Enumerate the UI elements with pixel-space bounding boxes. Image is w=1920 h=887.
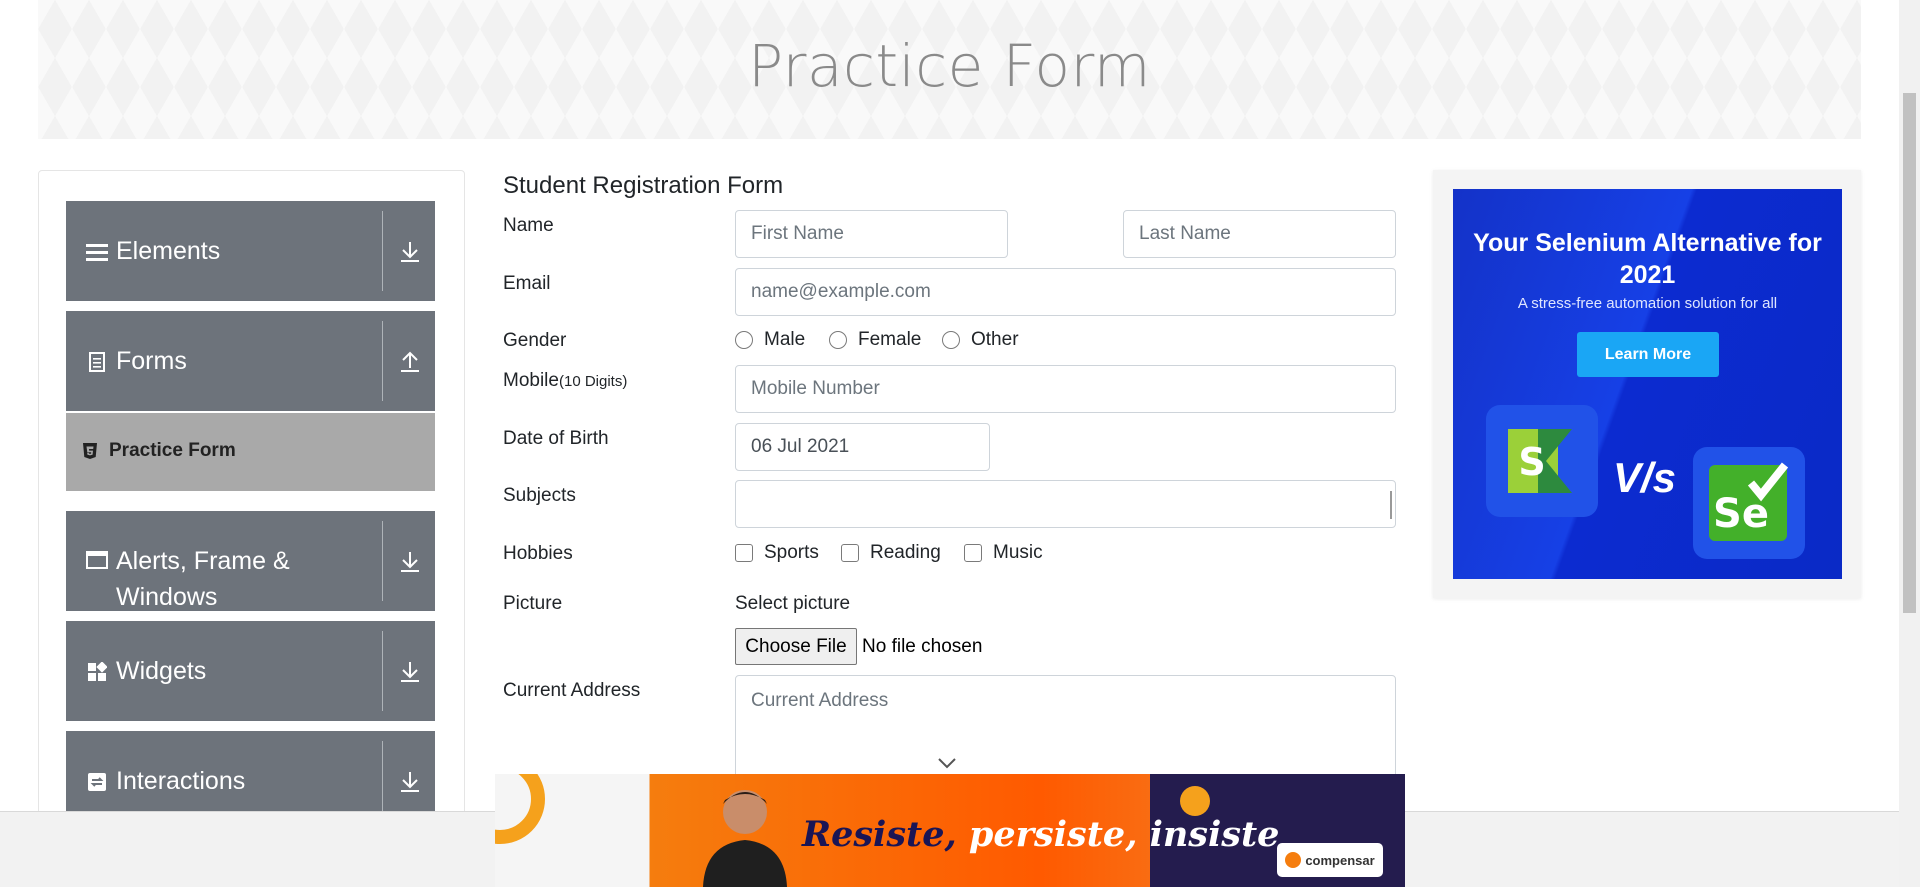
email-input[interactable]: name@example.com xyxy=(735,268,1396,316)
radio-label: Other xyxy=(971,329,1019,350)
ad-circle-decoration xyxy=(495,774,545,844)
sidebar: Elements Forms Practice Form Alerts, Fra… xyxy=(38,170,465,887)
radio-circle[interactable] xyxy=(735,331,753,349)
checkbox-label: Music xyxy=(993,542,1043,563)
learn-more-button[interactable]: Learn More xyxy=(1577,332,1719,377)
download-icon[interactable] xyxy=(395,237,425,267)
sidebar-group-label: Alerts, Frame & Windows xyxy=(116,547,290,611)
dob-input[interactable]: 06 Jul 2021 xyxy=(735,423,990,471)
sidebar-group-forms[interactable]: Forms xyxy=(66,311,435,411)
gender-female-radio[interactable]: Female xyxy=(829,329,921,351)
chevron-down-icon[interactable] xyxy=(937,756,957,770)
email-label: Email xyxy=(503,273,551,294)
window-icon xyxy=(86,549,108,571)
divider xyxy=(382,741,383,821)
sidebar-group-label: Forms xyxy=(116,347,187,375)
sidebar-group-label: Widgets xyxy=(116,657,207,685)
svg-text:S: S xyxy=(1518,440,1545,484)
text-cursor xyxy=(1390,491,1392,519)
radio-label: Female xyxy=(858,329,922,350)
sidebar-group-widgets[interactable]: Widgets xyxy=(66,621,435,721)
checkbox-label: Sports xyxy=(764,542,819,563)
mobile-label-text: Mobile xyxy=(503,370,559,391)
sidebar-group-elements[interactable]: Elements xyxy=(66,201,435,301)
divider xyxy=(382,631,383,711)
upload-icon[interactable] xyxy=(395,347,425,377)
download-icon[interactable] xyxy=(395,767,425,797)
ad-subline: A stress-free automation solution for al… xyxy=(1517,295,1778,312)
scrollbar-thumb[interactable] xyxy=(1903,93,1916,613)
divider xyxy=(382,321,383,401)
ad-slogan-first: Resiste, xyxy=(802,814,957,855)
bottom-ad[interactable]: Resiste, persiste, insiste compensar xyxy=(495,774,1405,887)
divider xyxy=(382,211,383,291)
html5-icon xyxy=(83,443,97,459)
selenium-logo-icon: Se xyxy=(1693,447,1805,559)
document-icon xyxy=(86,351,108,373)
radio-circle[interactable] xyxy=(829,331,847,349)
checkbox-box[interactable] xyxy=(841,544,859,562)
dob-label: Date of Birth xyxy=(503,428,609,449)
subjects-label: Subjects xyxy=(503,485,576,506)
form-title: Student Registration Form xyxy=(503,172,784,199)
page-banner: Practice Form xyxy=(38,0,1861,139)
widgets-icon xyxy=(86,661,108,683)
select-picture-label: Select picture xyxy=(735,593,851,614)
mobile-hint: (10 Digits) xyxy=(558,373,628,390)
side-ad-banner[interactable]: Your Selenium Alternative for 2021 A str… xyxy=(1453,189,1842,579)
sidebar-group-alerts[interactable]: Alerts, Frame & Windows xyxy=(66,511,435,611)
page-title: Practice Form xyxy=(748,32,1151,100)
hobbies-label: Hobbies xyxy=(503,543,573,564)
picture-label: Picture xyxy=(503,593,563,614)
address-label: Current Address xyxy=(503,680,641,701)
checkbox-label: Reading xyxy=(870,542,941,563)
ad-slogan: Resiste, persiste, insiste xyxy=(802,814,1279,855)
choose-file-button[interactable]: Choose File xyxy=(735,628,857,665)
divider xyxy=(382,521,383,601)
vs-label: V/s xyxy=(1613,454,1677,501)
first-name-input[interactable]: First Name xyxy=(735,210,1008,258)
hobby-sports-checkbox[interactable]: Sports xyxy=(735,542,819,564)
sidebar-group-label: Interactions xyxy=(116,767,246,795)
name-label: Name xyxy=(503,215,554,236)
radio-label: Male xyxy=(764,329,806,350)
checkbox-box[interactable] xyxy=(964,544,982,562)
textarea-placeholder: Current Address xyxy=(751,690,889,711)
katalon-logo-icon: S xyxy=(1486,405,1598,517)
brand-dots-icon xyxy=(1285,852,1302,868)
gender-male-radio[interactable]: Male xyxy=(735,329,805,351)
last-name-input[interactable]: Last Name xyxy=(1123,210,1396,258)
download-icon[interactable] xyxy=(395,657,425,687)
side-ad[interactable]: Your Selenium Alternative for 2021 A str… xyxy=(1433,170,1861,598)
sidebar-item-practice-form[interactable]: Practice Form xyxy=(66,413,435,491)
mobile-input[interactable]: Mobile Number xyxy=(735,365,1396,413)
gender-label: Gender xyxy=(503,330,567,351)
ad-headline: Your Selenium Alternative for 2021 xyxy=(1473,229,1822,289)
hobby-music-checkbox[interactable]: Music xyxy=(964,542,1043,564)
radio-circle[interactable] xyxy=(942,331,960,349)
ad-dot-decoration xyxy=(1180,786,1210,816)
download-icon[interactable] xyxy=(395,547,425,577)
menu-icon xyxy=(86,241,108,263)
hobby-reading-checkbox[interactable]: Reading xyxy=(841,542,941,564)
file-status: No file chosen xyxy=(862,636,983,657)
ad-slogan-rest: persiste, insiste xyxy=(968,814,1280,855)
compensar-logo: compensar xyxy=(1277,843,1383,877)
gender-other-radio[interactable]: Other xyxy=(942,329,1019,351)
mobile-label: Mobile(10 Digits) xyxy=(503,370,627,392)
ad-person-image xyxy=(695,782,795,887)
subjects-input[interactable] xyxy=(735,480,1396,528)
sidebar-item-label: Practice Form xyxy=(109,440,236,461)
interactions-icon xyxy=(86,771,108,793)
checkbox-box[interactable] xyxy=(735,544,753,562)
brand-name: compensar xyxy=(1305,852,1375,868)
sidebar-group-label: Elements xyxy=(116,237,221,265)
